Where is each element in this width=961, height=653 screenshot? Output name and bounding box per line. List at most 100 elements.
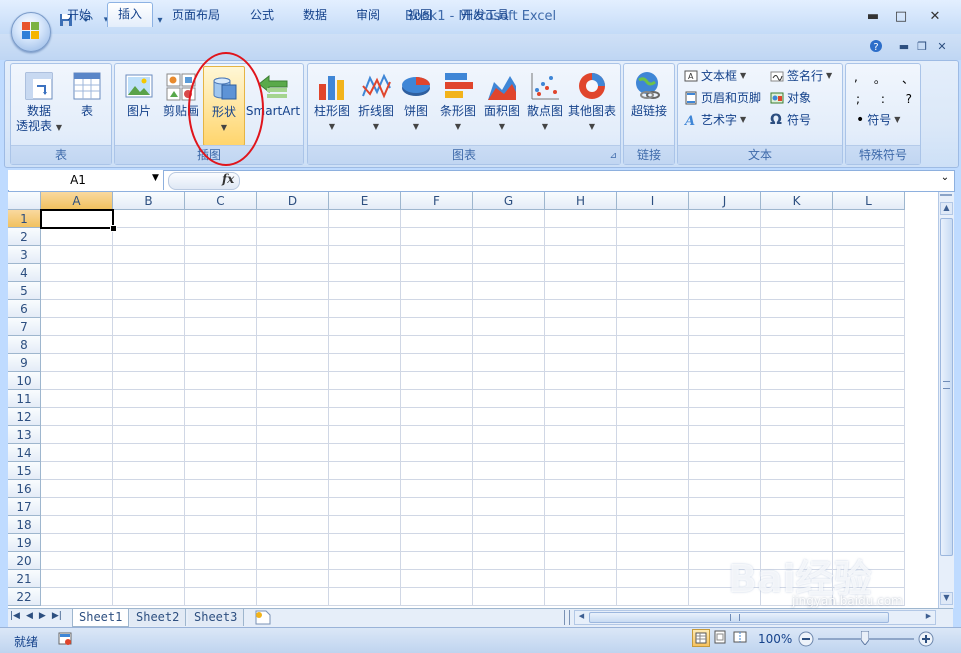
cell[interactable] xyxy=(473,552,545,570)
cell[interactable] xyxy=(617,336,689,354)
scroll-left-arrow-icon[interactable]: ◀ xyxy=(576,612,587,623)
cell[interactable] xyxy=(401,336,473,354)
normal-view-icon[interactable] xyxy=(692,629,710,647)
cell[interactable] xyxy=(617,498,689,516)
row-header[interactable]: 15 xyxy=(8,462,41,480)
cell[interactable] xyxy=(185,210,257,228)
cell[interactable] xyxy=(617,426,689,444)
cell[interactable] xyxy=(401,228,473,246)
tab-review[interactable]: 审阅 xyxy=(346,4,390,26)
cell[interactable] xyxy=(545,426,617,444)
column-header[interactable]: G xyxy=(473,192,545,210)
cell[interactable] xyxy=(113,246,185,264)
cell[interactable] xyxy=(185,354,257,372)
cell[interactable] xyxy=(41,534,113,552)
cell[interactable] xyxy=(689,318,761,336)
cell[interactable] xyxy=(833,282,905,300)
tab-view[interactable]: 视图 xyxy=(398,4,442,26)
cell[interactable] xyxy=(401,372,473,390)
cell[interactable] xyxy=(617,246,689,264)
cell[interactable] xyxy=(113,372,185,390)
cell[interactable] xyxy=(617,516,689,534)
special-char-enum-comma[interactable]: 、 xyxy=(902,70,914,87)
cell[interactable] xyxy=(833,354,905,372)
cell[interactable] xyxy=(545,228,617,246)
scroll-down-arrow-icon[interactable]: ▼ xyxy=(940,592,953,605)
hyperlink-button[interactable]: 超链接 xyxy=(626,66,672,119)
cell[interactable] xyxy=(689,228,761,246)
cell[interactable] xyxy=(41,228,113,246)
cell[interactable] xyxy=(113,354,185,372)
column-header[interactable]: A xyxy=(41,192,113,210)
cell[interactable] xyxy=(617,228,689,246)
cell[interactable] xyxy=(329,264,401,282)
cell[interactable] xyxy=(761,426,833,444)
cell[interactable] xyxy=(185,318,257,336)
cell[interactable] xyxy=(761,408,833,426)
row-header[interactable]: 13 xyxy=(8,426,41,444)
cell[interactable] xyxy=(329,426,401,444)
row-header[interactable]: 18 xyxy=(8,516,41,534)
cell[interactable] xyxy=(329,408,401,426)
area-chart-button[interactable]: 面积图 ▼ xyxy=(480,66,524,134)
office-button[interactable] xyxy=(11,12,51,52)
prev-sheet-icon[interactable]: ◀ xyxy=(26,611,33,621)
cell[interactable] xyxy=(257,552,329,570)
cell[interactable] xyxy=(329,534,401,552)
cell[interactable] xyxy=(545,300,617,318)
cell[interactable] xyxy=(329,282,401,300)
cell[interactable] xyxy=(401,498,473,516)
cell[interactable] xyxy=(257,210,329,228)
row-header[interactable]: 14 xyxy=(8,444,41,462)
cell[interactable] xyxy=(113,498,185,516)
cell[interactable] xyxy=(257,300,329,318)
cell[interactable] xyxy=(761,228,833,246)
zoom-level[interactable]: 100% xyxy=(758,632,792,646)
cell[interactable] xyxy=(257,462,329,480)
insert-sheet-icon[interactable] xyxy=(252,610,276,625)
sheet-tab-2[interactable]: Sheet2 xyxy=(130,609,187,626)
column-header[interactable]: F xyxy=(401,192,473,210)
special-char-question[interactable]: ? xyxy=(906,92,912,106)
cell[interactable] xyxy=(401,552,473,570)
cell[interactable] xyxy=(185,408,257,426)
cell[interactable] xyxy=(329,336,401,354)
cell[interactable] xyxy=(473,264,545,282)
special-symbol-button[interactable]: • 符号 ▼ xyxy=(856,110,900,130)
expand-formula-bar-icon[interactable]: ⌄ xyxy=(938,172,952,188)
cell[interactable] xyxy=(617,444,689,462)
cell[interactable] xyxy=(401,264,473,282)
cell[interactable] xyxy=(545,210,617,228)
bar-chart-button[interactable]: 条形图 ▼ xyxy=(436,66,480,134)
cell[interactable] xyxy=(113,534,185,552)
cell[interactable] xyxy=(257,516,329,534)
cell[interactable] xyxy=(41,516,113,534)
cell[interactable] xyxy=(401,462,473,480)
cell[interactable] xyxy=(113,210,185,228)
cell[interactable] xyxy=(473,480,545,498)
cell[interactable] xyxy=(473,372,545,390)
cell[interactable] xyxy=(257,264,329,282)
cell[interactable] xyxy=(617,300,689,318)
cell[interactable] xyxy=(41,426,113,444)
row-header[interactable]: 9 xyxy=(8,354,41,372)
split-box-icon[interactable] xyxy=(940,194,952,201)
cell[interactable] xyxy=(113,282,185,300)
cell[interactable] xyxy=(113,516,185,534)
cell[interactable] xyxy=(401,354,473,372)
cell[interactable] xyxy=(113,336,185,354)
cell[interactable] xyxy=(41,588,113,606)
cell[interactable] xyxy=(329,354,401,372)
tab-data[interactable]: 数据 xyxy=(293,4,337,26)
column-header[interactable]: D xyxy=(257,192,329,210)
select-all-corner[interactable] xyxy=(8,192,41,210)
cell[interactable] xyxy=(257,282,329,300)
cell[interactable] xyxy=(761,498,833,516)
zoom-in-icon[interactable] xyxy=(918,631,934,647)
cell[interactable] xyxy=(41,246,113,264)
cell[interactable] xyxy=(185,282,257,300)
cell[interactable] xyxy=(833,498,905,516)
cell[interactable] xyxy=(329,390,401,408)
workbook-restore-button[interactable]: ❐ xyxy=(914,39,930,55)
cell[interactable] xyxy=(257,318,329,336)
